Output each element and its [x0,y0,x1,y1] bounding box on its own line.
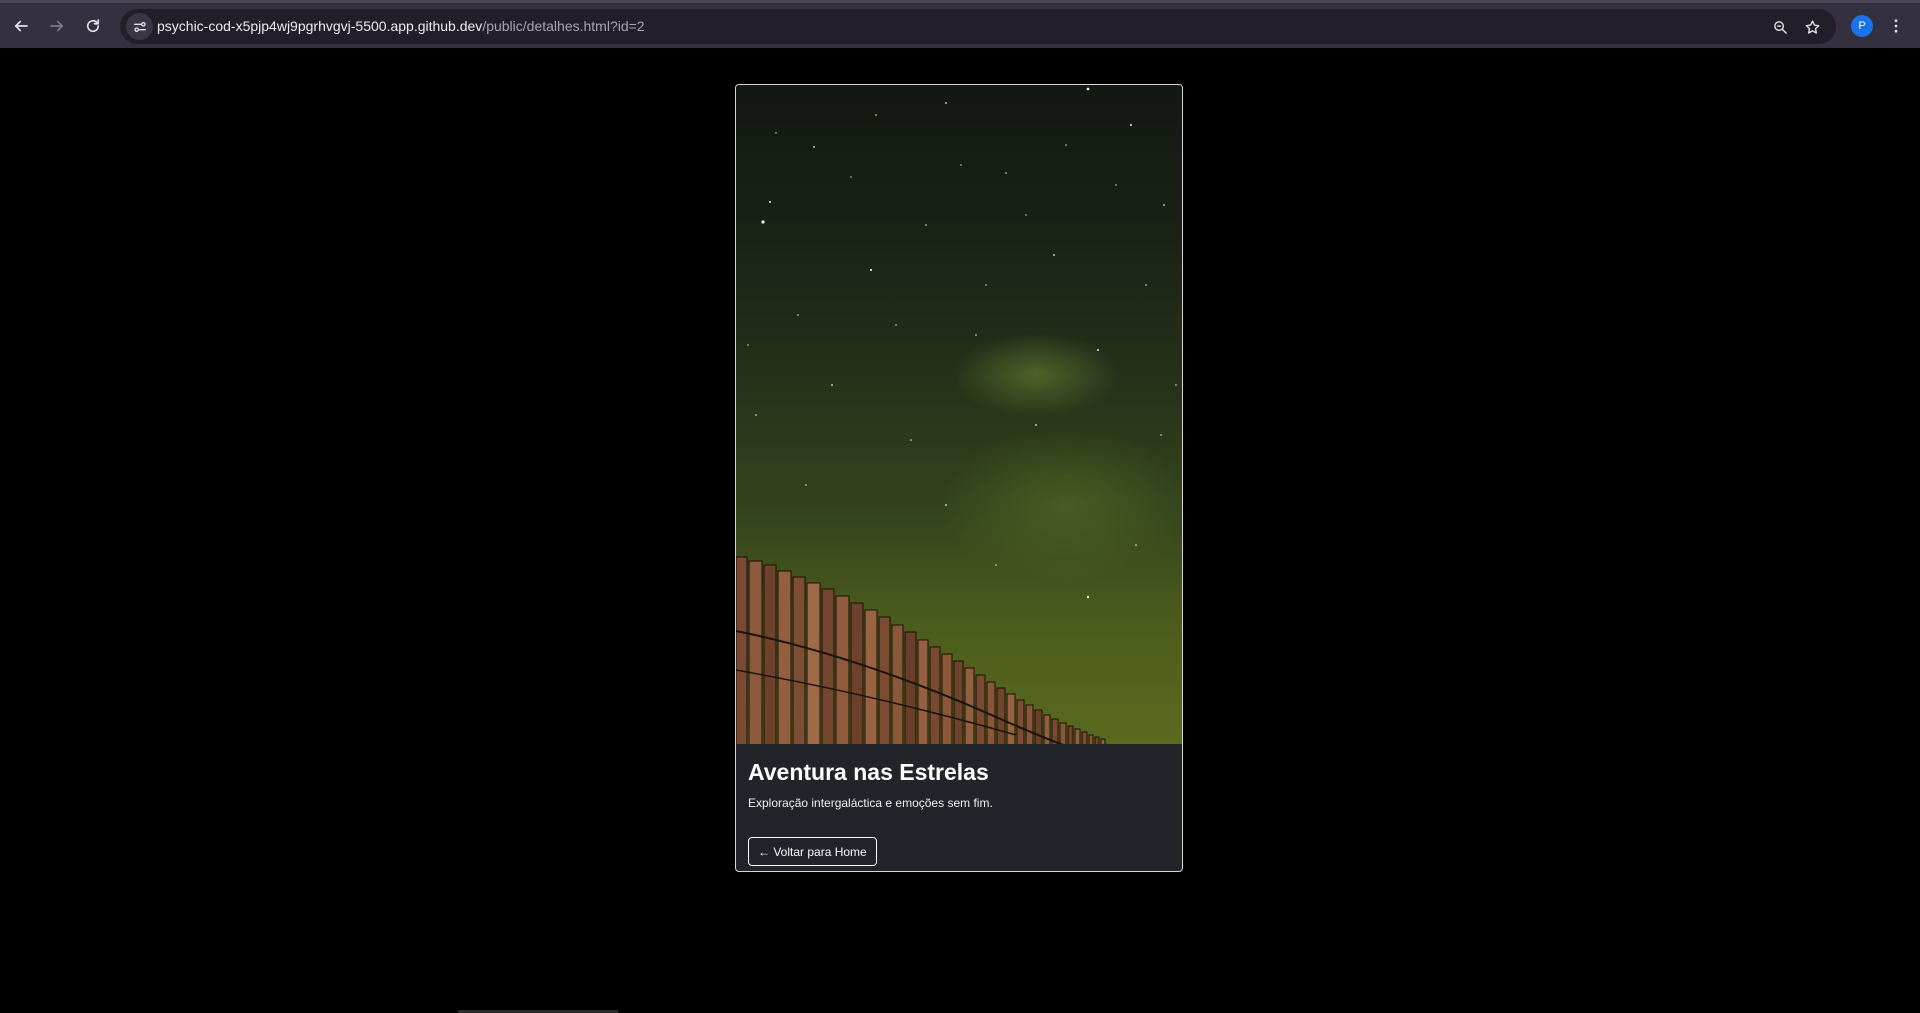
url-path: /public/detalhes.html?id=2 [482,18,645,34]
card-body: Aventura nas Estrelas Exploração interga… [736,744,1182,866]
detail-card: Aventura nas Estrelas Exploração interga… [735,84,1183,872]
kebab-menu-icon[interactable] [1884,13,1908,39]
address-bar[interactable]: psychic-cod-x5pjp4wj9pgrhvgvj-5500.app.g… [120,9,1836,44]
night-sky-fence-image [736,85,1182,744]
bookmark-star-icon[interactable] [1800,15,1824,39]
url-host: psychic-cod-x5pjp4wj9pgrhvgvj-5500.app.g… [157,18,483,34]
forward-icon[interactable] [43,12,71,40]
back-icon[interactable] [7,12,35,40]
browser-toolbar: psychic-cod-x5pjp4wj9pgrhvgvj-5500.app.g… [0,0,1920,48]
url-text[interactable]: psychic-cod-x5pjp4wj9pgrhvgvj-5500.app.g… [157,17,645,35]
reload-icon[interactable] [79,12,107,40]
card-description: Exploração intergaláctica e emoções sem … [748,796,993,810]
profile-avatar[interactable]: P [1851,15,1873,37]
site-info-icon[interactable] [126,13,153,40]
back-home-button[interactable]: ← Voltar para Home [748,837,877,866]
fence-layer [736,556,1108,744]
card-title: Aventura nas Estrelas [748,759,989,785]
page-viewport: Aventura nas Estrelas Exploração interga… [0,48,1920,1013]
zoom-icon[interactable] [1768,15,1792,39]
